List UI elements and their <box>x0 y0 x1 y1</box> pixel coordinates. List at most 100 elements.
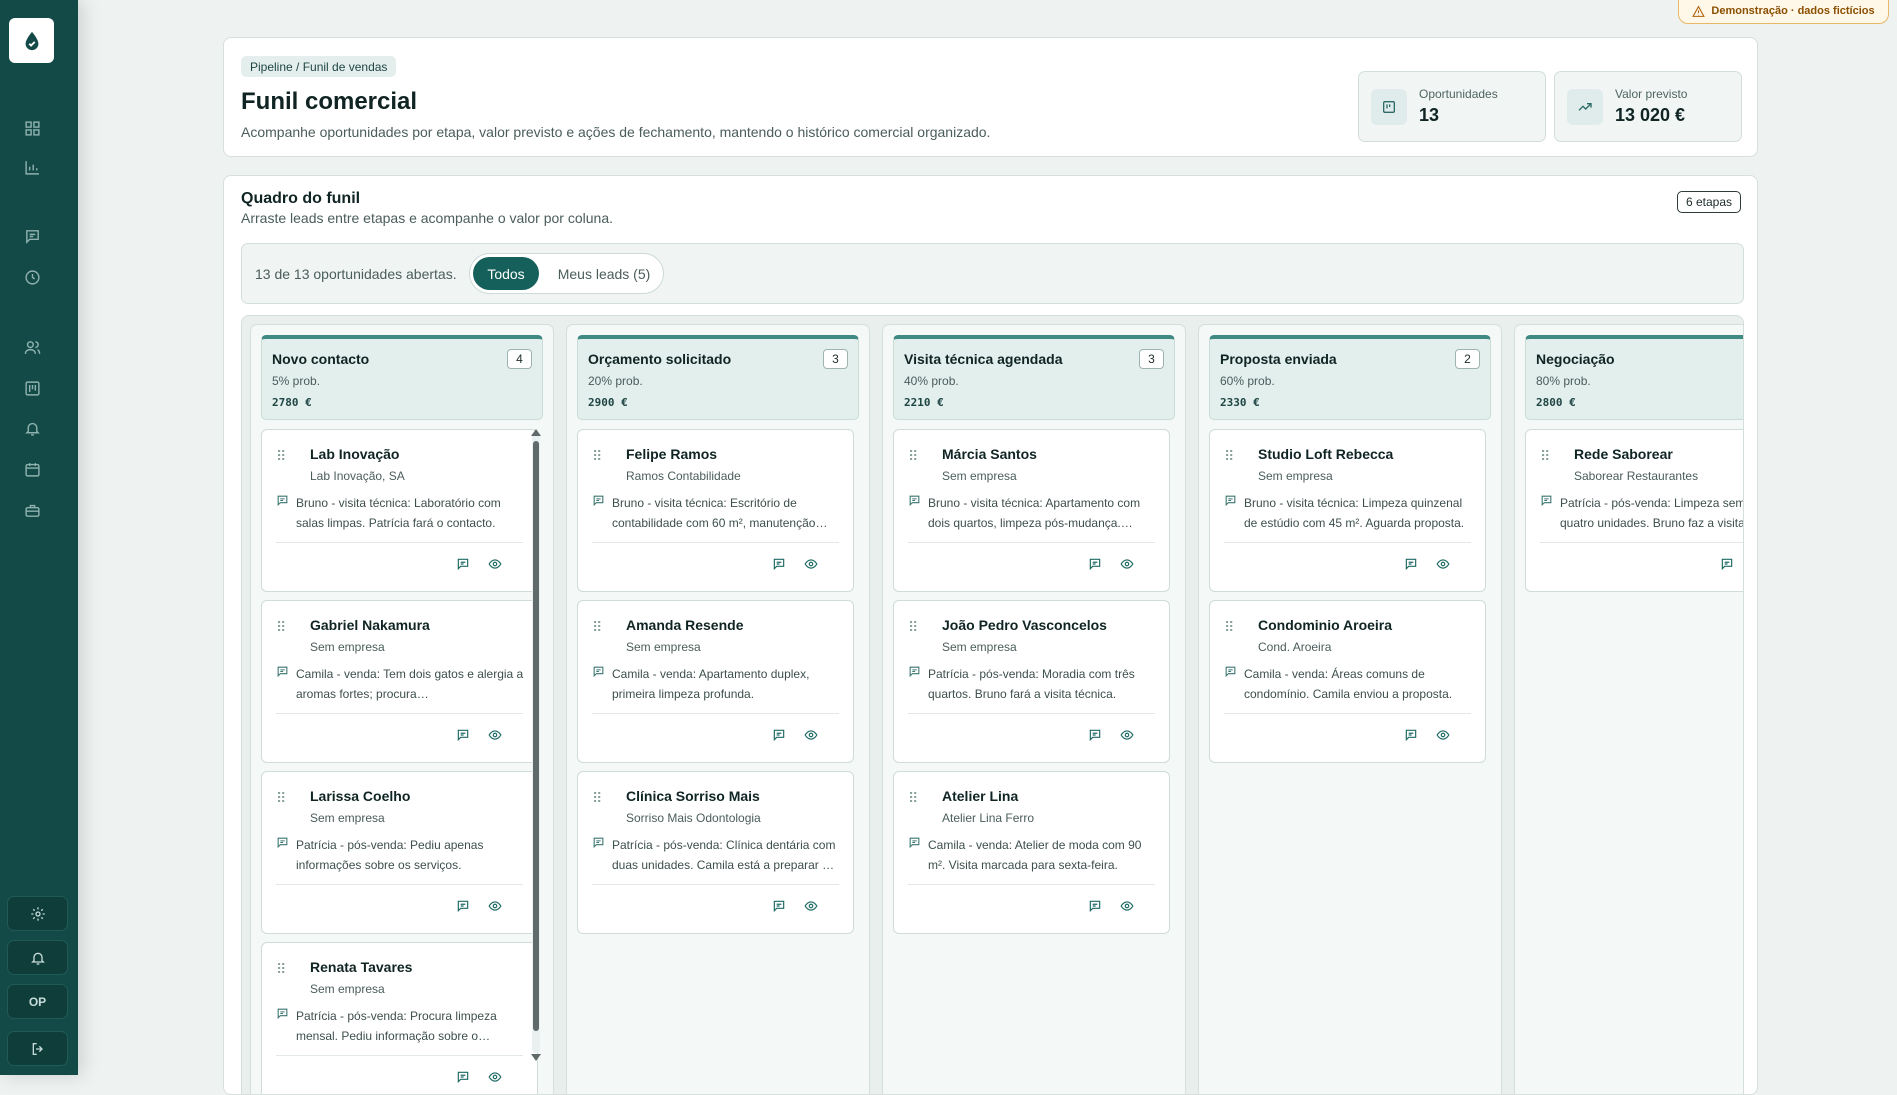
add-note-button[interactable] <box>454 726 472 744</box>
lead-name[interactable]: Rede Saborear <box>1574 446 1673 462</box>
column-name: Visita técnica agendada <box>904 351 1063 367</box>
drag-handle-icon[interactable]: ⠿ <box>592 448 602 465</box>
scroll-up-arrow[interactable] <box>531 429 541 436</box>
note-icon <box>592 665 605 683</box>
view-lead-button[interactable] <box>486 555 504 573</box>
lead-name[interactable]: Lab Inovação <box>310 446 399 462</box>
nav-dashboard[interactable] <box>18 114 46 142</box>
view-lead-button[interactable] <box>1434 726 1452 744</box>
note-icon <box>276 836 289 854</box>
users-icon <box>24 340 40 354</box>
lead-card[interactable]: ⠿ Clínica Sorriso Mais Sorriso Mais Odonto… <box>577 771 854 934</box>
view-lead-button[interactable] <box>486 897 504 915</box>
view-lead-button[interactable] <box>802 555 820 573</box>
lead-company: Sem empresa <box>942 640 1017 654</box>
kanban-column[interactable]: Novo contacto 5% prob. 2780 € 4 ⠿ Lab Inovaçã… <box>250 324 554 1094</box>
drag-handle-icon[interactable]: ⠿ <box>1224 619 1234 636</box>
view-lead-button[interactable] <box>486 726 504 744</box>
lead-name[interactable]: Condominio Aroeira <box>1258 617 1392 633</box>
add-note-button[interactable] <box>770 555 788 573</box>
view-lead-button[interactable] <box>1118 726 1136 744</box>
nav-calendar[interactable] <box>18 455 46 483</box>
add-note-button[interactable] <box>1402 726 1420 744</box>
scroll-down-arrow[interactable] <box>531 1054 541 1061</box>
drag-handle-icon[interactable]: ⠿ <box>592 619 602 636</box>
add-note-button[interactable] <box>1086 726 1104 744</box>
drag-handle-icon[interactable]: ⠿ <box>908 790 918 807</box>
scrollbar-thumb[interactable] <box>533 441 539 1031</box>
view-lead-button[interactable] <box>1434 555 1452 573</box>
nav-notifications[interactable] <box>18 414 46 442</box>
kanban-column[interactable]: Negociação 80% prob. 2800 € ⠿ Rede Saborear S… <box>1514 324 1743 1094</box>
lead-card[interactable]: ⠿ Rede Saborear Saborear Restaurantes Patrí… <box>1525 429 1743 592</box>
add-note-button[interactable] <box>770 726 788 744</box>
lead-name[interactable]: Larissa Coelho <box>310 788 410 804</box>
alerts-button[interactable] <box>7 940 68 975</box>
drag-handle-icon[interactable]: ⠿ <box>908 619 918 636</box>
lead-name[interactable]: Studio Loft Rebecca <box>1258 446 1393 462</box>
nav-history[interactable] <box>18 263 46 291</box>
nav-pipeline[interactable] <box>18 374 46 402</box>
view-lead-button[interactable] <box>1118 555 1136 573</box>
add-note-button[interactable] <box>1086 897 1104 915</box>
nav-clients[interactable] <box>18 333 46 361</box>
breadcrumb[interactable]: Pipeline / Funil de vendas <box>241 56 397 77</box>
nav-services[interactable] <box>18 496 46 524</box>
column-count-badge: 4 <box>507 349 532 369</box>
lead-card[interactable]: ⠿ Condominio Aroeira Cond. Aroeira Camila -… <box>1209 600 1486 763</box>
lead-card[interactable]: ⠿ Renata Tavares Sem empresa Patrícia - pós… <box>261 942 538 1094</box>
add-note-button[interactable] <box>454 897 472 915</box>
app-logo[interactable] <box>9 18 54 63</box>
nav-reports[interactable] <box>18 153 46 181</box>
card-divider <box>1540 542 1743 543</box>
lead-name[interactable]: Atelier Lina <box>942 788 1018 804</box>
lead-card[interactable]: ⠿ Lab Inovação Lab Inovação, SA Bruno - vis… <box>261 429 538 592</box>
add-note-button[interactable] <box>454 555 472 573</box>
bell-icon <box>30 952 45 965</box>
view-lead-button[interactable] <box>802 897 820 915</box>
lead-card[interactable]: ⠿ Amanda Resende Sem empresa Camila - venda… <box>577 600 854 763</box>
view-lead-button[interactable] <box>486 1068 504 1086</box>
nav-messages[interactable] <box>18 222 46 250</box>
add-note-button[interactable] <box>770 897 788 915</box>
kanban-column[interactable]: Visita técnica agendada 40% prob. 2210 € 3 ⠿… <box>882 324 1186 1094</box>
drag-handle-icon[interactable]: ⠿ <box>276 448 286 465</box>
lead-name[interactable]: Amanda Resende <box>626 617 743 633</box>
lead-name[interactable]: Gabriel Nakamura <box>310 617 430 633</box>
drag-handle-icon[interactable]: ⠿ <box>276 790 286 807</box>
add-note-button[interactable] <box>1718 555 1736 573</box>
lead-card[interactable]: ⠿ Larissa Coelho Sem empresa Patrícia - pós… <box>261 771 538 934</box>
drag-handle-icon[interactable]: ⠿ <box>276 961 286 978</box>
lead-card[interactable]: ⠿ Studio Loft Rebecca Sem empresa Bruno - v… <box>1209 429 1486 592</box>
view-lead-button[interactable] <box>1118 897 1136 915</box>
lead-name[interactable]: João Pedro Vasconcelos <box>942 617 1107 633</box>
lead-card[interactable]: ⠿ Atelier Lina Atelier Lina Ferro Camila - … <box>893 771 1170 934</box>
column-scrollbar[interactable] <box>531 429 541 1061</box>
kanban-column[interactable]: Proposta enviada 60% prob. 2330 € 2 ⠿ Studio … <box>1198 324 1502 1094</box>
drag-handle-icon[interactable]: ⠿ <box>908 448 918 465</box>
add-note-button[interactable] <box>1402 555 1420 573</box>
lead-card[interactable]: ⠿ Felipe Ramos Ramos Contabilidade Bruno - … <box>577 429 854 592</box>
drag-handle-icon[interactable]: ⠿ <box>1540 448 1550 465</box>
filter-my-leads-button[interactable]: Meus leads (5) <box>549 257 659 290</box>
lead-name[interactable]: Márcia Santos <box>942 446 1037 462</box>
lead-name[interactable]: Clínica Sorriso Mais <box>626 788 760 804</box>
lead-company: Sem empresa <box>626 640 701 654</box>
filter-all-button[interactable]: Todos <box>473 257 539 290</box>
drag-handle-icon[interactable]: ⠿ <box>592 790 602 807</box>
note-icon <box>1224 494 1237 512</box>
lead-name[interactable]: Felipe Ramos <box>626 446 717 462</box>
add-note-button[interactable] <box>1086 555 1104 573</box>
add-note-button[interactable] <box>454 1068 472 1086</box>
settings-button[interactable] <box>7 896 68 931</box>
lead-card[interactable]: ⠿ Gabriel Nakamura Sem empresa Camila - ven… <box>261 600 538 763</box>
kanban-column[interactable]: Orçamento solicitado 20% prob. 2900 € 3 ⠿ Fel… <box>566 324 870 1094</box>
drag-handle-icon[interactable]: ⠿ <box>276 619 286 636</box>
view-lead-button[interactable] <box>802 726 820 744</box>
logout-button[interactable] <box>7 1031 68 1066</box>
lead-name[interactable]: Renata Tavares <box>310 959 412 975</box>
lead-card[interactable]: ⠿ Márcia Santos Sem empresa Bruno - visita … <box>893 429 1170 592</box>
lead-card[interactable]: ⠿ João Pedro Vasconcelos Sem empresa Patríc… <box>893 600 1170 763</box>
user-avatar-button[interactable]: OP <box>7 984 68 1019</box>
drag-handle-icon[interactable]: ⠿ <box>1224 448 1234 465</box>
